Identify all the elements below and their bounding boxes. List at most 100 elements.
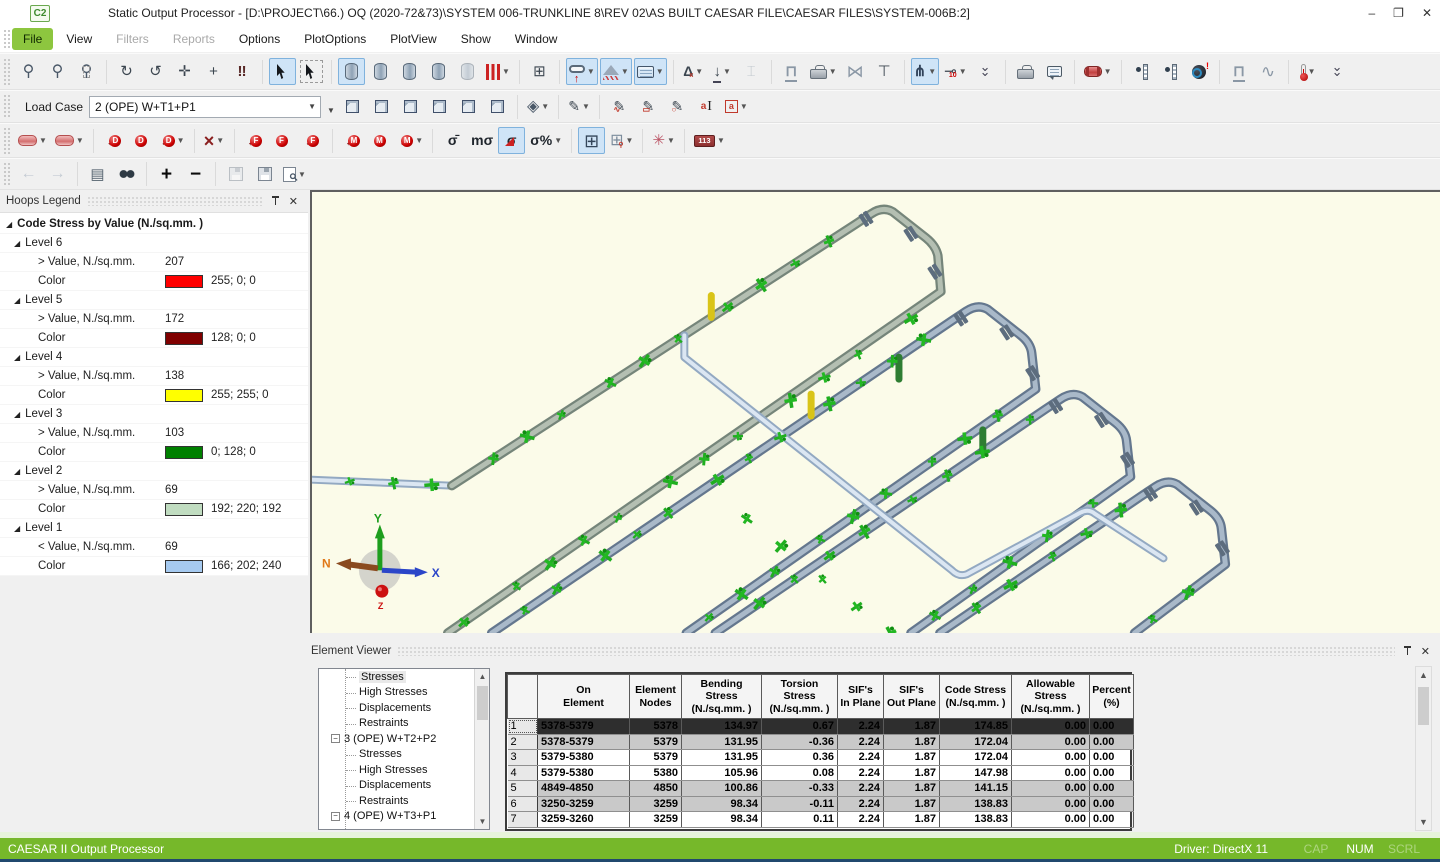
view-iso-nw-button[interactable] [426, 93, 453, 120]
zoom-extents-button[interactable]: ⚲ [15, 58, 42, 85]
save-button[interactable] [222, 161, 249, 188]
report-button[interactable]: ▤ [84, 161, 111, 188]
pin-icon[interactable] [271, 195, 281, 207]
expand-icon[interactable]: ◢ [14, 296, 20, 305]
col-header-0[interactable] [508, 675, 538, 719]
col-header-5[interactable]: SIF's In Plane [838, 675, 884, 719]
menu-plotview[interactable]: PlotView [379, 28, 447, 50]
pan-button[interactable]: ✛ [171, 58, 198, 85]
stress-overline-button[interactable]: σ̄ [439, 127, 466, 154]
tree-item-restraints[interactable]: Restraints [319, 793, 489, 809]
table-row[interactable]: 35379-53805379131.950.362.241.87172.040.… [508, 750, 1134, 766]
print-preview-button[interactable]: ⚲▼ [280, 161, 309, 188]
view-front-button[interactable] [455, 93, 482, 120]
show-node-numbers-button[interactable]: ▼ [634, 58, 667, 85]
insulation-button[interactable]: ▼ [1081, 58, 1115, 85]
show-flanges-button[interactable]: ⌶ [738, 58, 765, 85]
tree-item-displacements[interactable]: Displacements [319, 700, 489, 716]
tree-item-3-ope-w-t2-p2[interactable]: −3 (OPE) W+T2+P2 [319, 731, 489, 747]
show-tees-button[interactable]: ⊤ [871, 58, 898, 85]
color-swatch[interactable] [165, 446, 203, 459]
show-grid-button[interactable]: ⊞ [578, 127, 605, 154]
collapse-icon[interactable]: − [331, 812, 340, 821]
table-row[interactable]: 73259-3260325998.340.112.241.87138.830.0… [508, 812, 1134, 828]
displacement-x-button[interactable]: ↔D [100, 127, 127, 154]
draw-freehand-button[interactable]: ✎∿ [606, 93, 633, 120]
view-iso-ne-button[interactable] [397, 93, 424, 120]
stress-levels-button[interactable]: ▼ [483, 58, 513, 85]
expand-icon[interactable]: ◢ [6, 220, 12, 229]
view-diamond-button[interactable]: ◈▼ [524, 93, 552, 120]
toolbox-button[interactable] [1012, 58, 1039, 85]
col-header-6[interactable]: SIF's Out Plane [884, 675, 940, 719]
nav-forward-button[interactable]: → [44, 161, 71, 188]
draw-rectangle-button[interactable]: ✎▭ [635, 93, 662, 120]
draw-circle-button[interactable]: ✎○ [664, 93, 691, 120]
stress-results-table[interactable]: On ElementElement NodesBending Stress (N… [505, 672, 1132, 831]
view-iso-se-button[interactable] [339, 93, 366, 120]
tree-item-stresses[interactable]: Stresses [319, 747, 489, 763]
measure-node-button[interactable] [1128, 58, 1155, 85]
orbit-button[interactable]: ↺ [142, 58, 169, 85]
scroll-up-icon[interactable]: ▲ [1416, 667, 1431, 683]
close-button[interactable]: ✕ [1422, 6, 1432, 20]
load-case-select[interactable]: 2 (OPE) W+T1+P1 ▼ [89, 96, 321, 118]
highlight-pen-button[interactable]: ✎▼ [565, 93, 593, 120]
select-button[interactable] [269, 58, 296, 85]
color-swatch[interactable] [165, 389, 203, 402]
col-header-7[interactable]: Code Stress (N./sq.mm. ) [940, 675, 1012, 719]
col-header-3[interactable]: Bending Stress (N./sq.mm. ) [682, 675, 762, 719]
expand-icon[interactable]: ◢ [14, 410, 20, 419]
relief-wave-button[interactable]: ∿ [1255, 58, 1282, 85]
table-row[interactable]: 25378-53795379131.95-0.362.241.87172.040… [508, 734, 1134, 750]
menu-file[interactable]: File [12, 28, 53, 50]
moment-y-button[interactable]: ↕M [368, 127, 395, 154]
four-view-button[interactable]: ⊞ [526, 58, 553, 85]
save-image-button[interactable] [251, 161, 278, 188]
select-area-button[interactable] [298, 58, 325, 85]
restraint-symbols-double-button[interactable]: ▼ [52, 127, 87, 154]
find-node-button[interactable] [113, 161, 140, 188]
menu-plotoptions[interactable]: PlotOptions [293, 28, 377, 50]
expand-icon[interactable]: ◢ [14, 467, 20, 476]
rotate-button[interactable]: ↻ [113, 58, 140, 85]
render-solid-button[interactable] [338, 58, 365, 85]
table-row[interactable]: 15378-53795378134.970.672.241.87174.850.… [508, 719, 1134, 735]
view-iso-sw-button[interactable] [368, 93, 395, 120]
more-left-button[interactable]: ⌄ [972, 58, 999, 85]
tree-item-high-stresses[interactable]: High Stresses [319, 685, 489, 701]
show-expansion-joints-button[interactable]: ⋈ [842, 58, 869, 85]
col-header-4[interactable]: Torsion Stress (N./sq.mm. ) [762, 675, 838, 719]
scroll-thumb[interactable] [477, 686, 488, 720]
force-xyz-button[interactable]: ↗F [299, 127, 326, 154]
tree-item-high-stresses[interactable]: High Stresses [319, 762, 489, 778]
stress-gradient-button[interactable]: σ [498, 127, 525, 154]
increase-button[interactable]: + [153, 161, 180, 188]
color-swatch[interactable] [165, 560, 203, 573]
element-viewer-scrollbar[interactable]: ▲ ▼ [1415, 666, 1432, 831]
color-swatch[interactable] [165, 503, 203, 516]
restraint-symbols-button[interactable]: ▼ [15, 127, 50, 154]
menu-show[interactable]: Show [450, 28, 502, 50]
report-tree[interactable]: StressesHigh StressesDisplacementsRestra… [318, 668, 490, 830]
force-y-button[interactable]: ↕F [270, 127, 297, 154]
menu-window[interactable]: Window [504, 28, 569, 50]
annotate-label-button[interactable]: a▼ [722, 93, 751, 120]
zoom-plus-button[interactable]: + [200, 58, 227, 85]
scroll-thumb[interactable] [1418, 687, 1429, 725]
show-restraints-button[interactable]: ▼ [566, 58, 598, 85]
zoom-fit-button[interactable]: ⚲ [44, 58, 71, 85]
show-forces-button[interactable]: ↓▼ [709, 58, 736, 85]
displacement-y-button[interactable]: ↕D [129, 127, 156, 154]
close-panel-icon[interactable]: ✕ [289, 195, 298, 208]
table-row[interactable]: 63250-3259325998.34-0.112.241.87138.830.… [508, 796, 1134, 812]
scroll-down-icon[interactable]: ▼ [1416, 814, 1431, 830]
node-tag-button[interactable]: 113▼ [691, 127, 728, 154]
pump-check-button[interactable]: ! [1186, 58, 1213, 85]
annotation-list-button[interactable] [1041, 58, 1068, 85]
col-header-9[interactable]: Percent (%) [1090, 675, 1134, 719]
menu-view[interactable]: View [55, 28, 103, 50]
minimize-button[interactable]: – [1368, 6, 1375, 20]
force-x-button[interactable]: ↔F [241, 127, 268, 154]
expand-icon[interactable]: ◢ [14, 524, 20, 533]
